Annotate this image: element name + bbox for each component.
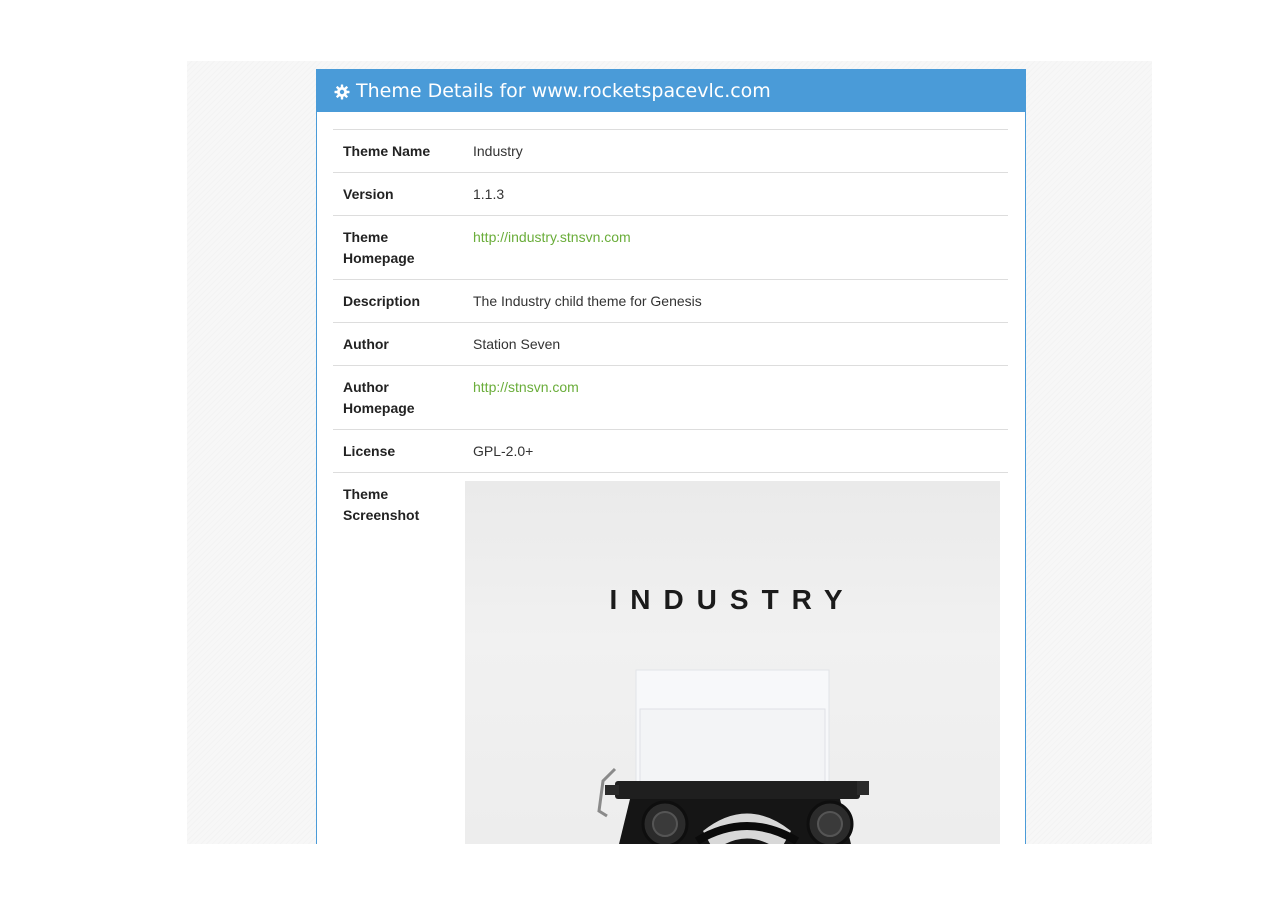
theme-screenshot-image: INDUSTRY <box>465 481 1000 844</box>
row-author: Author Station Seven <box>333 322 1008 365</box>
row-version: Version 1.1.3 <box>333 172 1008 215</box>
license-label: License <box>343 443 396 459</box>
author-value: Station Seven <box>473 336 561 352</box>
typewriter-illustration <box>597 669 869 844</box>
author-homepage-label: Author Homepage <box>343 379 415 416</box>
row-theme-name: Theme Name Industry <box>333 129 1008 172</box>
row-license: License GPL-2.0+ <box>333 429 1008 472</box>
theme-details-panel: Theme Details for www.rocketspacevlc.com… <box>316 69 1026 844</box>
theme-details-table: Theme Name Industry Version 1.1.3 Theme … <box>333 129 1008 844</box>
version-label: Version <box>343 186 394 202</box>
panel-header: Theme Details for www.rocketspacevlc.com <box>317 69 1025 112</box>
author-label: Author <box>343 336 389 352</box>
theme-homepage-label: Theme Homepage <box>343 229 415 266</box>
license-value: GPL-2.0+ <box>473 443 534 459</box>
theme-name-value: Industry <box>473 143 523 159</box>
panel-title: Theme Details for www.rocketspacevlc.com <box>356 79 771 102</box>
row-theme-homepage: Theme Homepage http://industry.stnsvn.co… <box>333 215 1008 279</box>
theme-name-label: Theme Name <box>343 143 431 159</box>
theme-screenshot-label: Theme Screenshot <box>343 486 420 523</box>
version-value: 1.1.3 <box>473 186 505 202</box>
description-value: The Industry child theme for Genesis <box>473 293 702 309</box>
gear-icon <box>334 83 350 99</box>
row-theme-screenshot: Theme Screenshot INDUSTRY <box>333 472 1008 844</box>
row-author-homepage: Author Homepage http://stnsvn.com <box>333 365 1008 429</box>
author-homepage-link[interactable]: http://stnsvn.com <box>473 379 579 395</box>
row-description: Description The Industry child theme for… <box>333 279 1008 322</box>
description-label: Description <box>343 293 421 309</box>
theme-homepage-link[interactable]: http://industry.stnsvn.com <box>473 229 631 245</box>
